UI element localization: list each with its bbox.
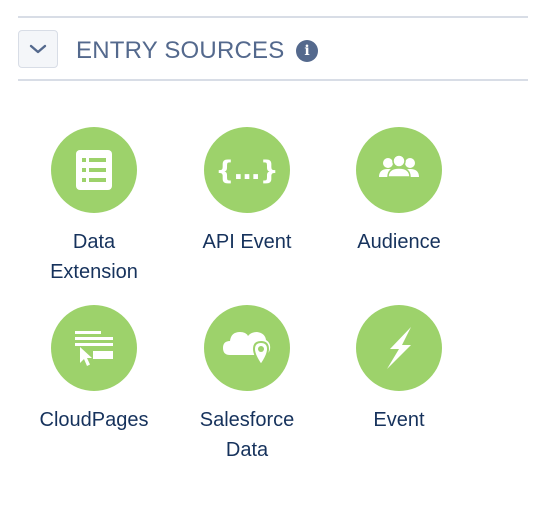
tile-label: CloudPages [39, 409, 149, 431]
audience-icon [356, 127, 442, 213]
tile-label: Salesforce Data [199, 409, 295, 461]
entry-source-api-event[interactable]: {…} API Event [172, 127, 322, 257]
tile-label: Data Extension [50, 231, 138, 283]
top-divider [18, 16, 528, 18]
info-icon[interactable]: i [296, 40, 318, 62]
salesforce-data-icon [204, 305, 290, 391]
tile-label: Audience [357, 231, 441, 253]
header-divider [18, 79, 528, 81]
entry-source-salesforce-data[interactable]: Salesforce Data [172, 305, 322, 465]
entry-source-cloudpages[interactable]: CloudPages [19, 305, 169, 435]
entry-source-event[interactable]: Event [324, 305, 474, 435]
entry-source-data-extension[interactable]: Data Extension [19, 127, 169, 287]
tile-label: Event [373, 409, 425, 431]
event-icon [356, 305, 442, 391]
collapse-toggle-button[interactable] [18, 30, 58, 68]
section-header: ENTRY SOURCES i [18, 28, 528, 72]
cloudpages-icon [51, 305, 137, 391]
tile-label: API Event [202, 231, 292, 253]
api-event-icon: {…} [204, 127, 290, 213]
entry-source-audience[interactable]: Audience [324, 127, 474, 257]
section-title: ENTRY SOURCES [76, 37, 285, 64]
svg-text:{…}: {…} [215, 156, 278, 186]
data-extension-icon [51, 127, 137, 213]
chevron-down-icon [29, 44, 47, 54]
